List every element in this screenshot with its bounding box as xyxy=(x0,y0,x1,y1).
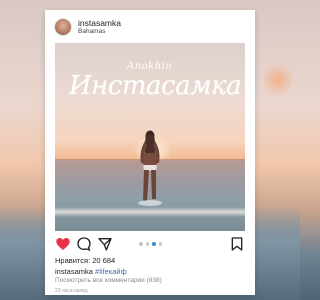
post-caption: instasamka #lifeкайф xyxy=(55,267,127,276)
caption-hashtag[interactable]: #lifeкайф xyxy=(95,267,127,276)
avatar[interactable] xyxy=(54,18,72,36)
caption-username[interactable]: instasamka xyxy=(55,267,93,276)
post-location[interactable]: Bahamas xyxy=(78,28,121,36)
post-user-info: instasamka Bahamas xyxy=(78,18,121,36)
overlay-title: Инстасамка xyxy=(69,71,242,101)
comment-icon[interactable] xyxy=(76,236,92,252)
post-timestamp: 23 часа назад xyxy=(55,288,88,294)
carousel-dot xyxy=(158,242,162,246)
likes-count[interactable]: Нравится: 20 684 xyxy=(55,256,115,265)
bookmark-icon[interactable] xyxy=(229,236,245,252)
post-actions xyxy=(55,236,245,252)
instagram-post-frame: instasamka Bahamas Anokhin Инстасамка Нр… xyxy=(45,10,255,295)
post-username[interactable]: instasamka xyxy=(78,18,121,28)
post-photo[interactable]: Anokhin Инстасамка xyxy=(55,43,245,231)
background-sun-glow xyxy=(264,60,292,100)
view-all-comments-link[interactable]: Посмотреть все комментарии (838) xyxy=(55,277,162,284)
carousel-dot xyxy=(145,242,149,246)
share-icon[interactable] xyxy=(97,236,113,252)
heart-icon[interactable] xyxy=(55,236,71,252)
carousel-dot xyxy=(139,242,143,246)
carousel-dot-active xyxy=(152,242,156,246)
carousel-indicator xyxy=(139,242,162,246)
post-header: instasamka Bahamas xyxy=(54,17,244,37)
